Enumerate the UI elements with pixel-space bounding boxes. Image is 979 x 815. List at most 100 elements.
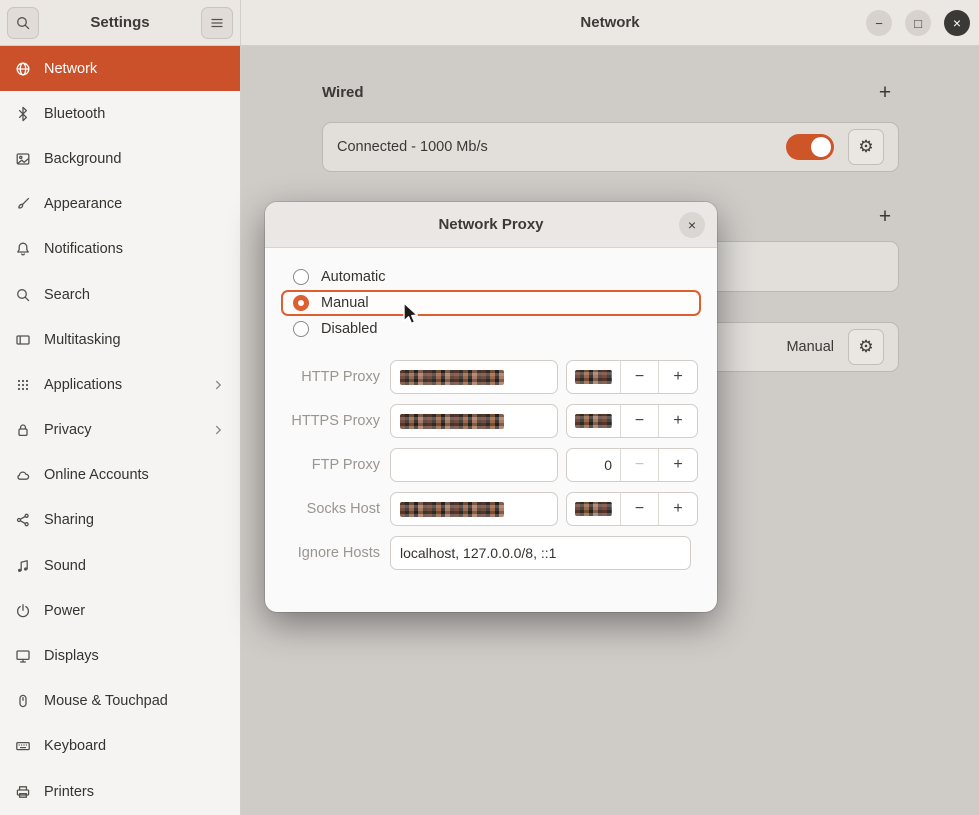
share-nodes-icon (15, 512, 31, 528)
radio-label: Disabled (321, 321, 377, 337)
app-grid-icon (15, 377, 31, 393)
http-proxy-row: HTTP Proxy − + (281, 360, 701, 394)
wired-toggle-switch[interactable] (786, 134, 834, 160)
radio-selected-icon (293, 295, 309, 311)
increment-button[interactable]: + (659, 361, 697, 393)
redacted-host-value (400, 370, 504, 385)
https-proxy-port-value (567, 405, 621, 437)
sidebar-item-network[interactable]: Network (0, 46, 240, 91)
ftp-proxy-port-spinner[interactable]: 0 − + (566, 448, 698, 482)
sidebar-item-appearance[interactable]: Appearance (0, 182, 240, 227)
sidebar-item-privacy[interactable]: Privacy (0, 408, 240, 453)
decrement-button[interactable]: − (621, 493, 659, 525)
increment-button[interactable]: + (659, 449, 697, 481)
socks-port-spinner[interactable]: − + (566, 492, 698, 526)
sidebar-item-displays[interactable]: Displays (0, 633, 240, 678)
radio-option-automatic[interactable]: Automatic (281, 264, 701, 290)
sidebar-item-label: Background (44, 151, 121, 167)
http-proxy-host-input[interactable] (390, 360, 558, 394)
magnifier-icon (15, 287, 31, 303)
sidebar-item-label: Keyboard (44, 738, 106, 754)
redacted-port-value (575, 502, 612, 516)
decrement-button[interactable]: − (621, 361, 659, 393)
wired-settings-button[interactable]: ⚙ (848, 129, 884, 165)
close-icon: × (688, 217, 696, 233)
decrement-button[interactable]: − (621, 405, 659, 437)
sidebar-item-search[interactable]: Search (0, 272, 240, 317)
ignore-hosts-row: Ignore Hosts localhost, 127.0.0.0/8, ::1 (281, 536, 701, 570)
redacted-host-value (400, 414, 504, 429)
page-title: Network (580, 14, 639, 31)
maximize-button[interactable]: □ (905, 10, 931, 36)
http-proxy-label: HTTP Proxy (281, 369, 380, 385)
bluetooth-icon (15, 106, 31, 122)
ignore-hosts-value: localhost, 127.0.0.0/8, ::1 (400, 545, 556, 561)
sidebar-item-printers[interactable]: Printers (0, 769, 240, 814)
increment-button[interactable]: + (659, 405, 697, 437)
chevron-right-icon (211, 378, 225, 392)
redacted-port-value (575, 370, 612, 384)
sidebar-item-sound[interactable]: Sound (0, 543, 240, 588)
increment-button[interactable]: + (659, 493, 697, 525)
ignore-hosts-input[interactable]: localhost, 127.0.0.0/8, ::1 (390, 536, 691, 570)
socks-port-value (567, 493, 621, 525)
sidebar-item-label: Sound (44, 558, 86, 574)
proxy-settings-button[interactable]: ⚙ (848, 329, 884, 365)
network-proxy-dialog: Network Proxy × Automatic Manual Disable… (265, 202, 717, 612)
appearance-brush-icon (15, 196, 31, 212)
sidebar-item-notifications[interactable]: Notifications (0, 227, 240, 272)
sidebar-item-mouse-touchpad[interactable]: Mouse & Touchpad (0, 679, 240, 724)
bell-icon (15, 241, 31, 257)
sidebar-item-background[interactable]: Background (0, 136, 240, 181)
radio-icon (293, 269, 309, 285)
sidebar-item-label: Displays (44, 648, 99, 664)
sidebar-item-label: Multitasking (44, 332, 121, 348)
lock-icon (15, 422, 31, 438)
sidebar-item-multitasking[interactable]: Multitasking (0, 317, 240, 362)
minimize-icon: − (875, 16, 883, 31)
wired-status-label: Connected - 1000 Mb/s (337, 139, 786, 155)
gear-icon: ⚙ (858, 337, 873, 357)
https-proxy-row: HTTPS Proxy − + (281, 404, 701, 438)
wired-section-header: Wired + (322, 82, 899, 103)
sidebar-item-power[interactable]: Power (0, 588, 240, 633)
decrement-button[interactable]: − (621, 449, 659, 481)
toggle-knob (811, 137, 831, 157)
search-icon (15, 15, 31, 31)
dialog-close-button[interactable]: × (679, 212, 705, 238)
radio-option-manual[interactable]: Manual (281, 290, 701, 316)
keyboard-icon (15, 738, 31, 754)
search-button[interactable] (7, 7, 39, 39)
radio-option-disabled[interactable]: Disabled (281, 316, 701, 342)
sidebar-item-keyboard[interactable]: Keyboard (0, 724, 240, 769)
https-proxy-host-input[interactable] (390, 404, 558, 438)
close-icon: × (953, 15, 961, 31)
sidebar-item-label: Power (44, 603, 85, 619)
radio-label: Automatic (321, 269, 385, 285)
http-proxy-port-spinner[interactable]: − + (566, 360, 698, 394)
sidebar-item-applications[interactable]: Applications (0, 362, 240, 407)
https-proxy-port-spinner[interactable]: − + (566, 404, 698, 438)
maximize-icon: □ (914, 16, 922, 31)
socks-host-input[interactable] (390, 492, 558, 526)
sidebar-item-label: Search (44, 287, 90, 303)
minimize-button[interactable]: − (866, 10, 892, 36)
chevron-right-icon (211, 423, 225, 437)
primary-menu-button[interactable] (201, 7, 233, 39)
ftp-proxy-host-input[interactable] (390, 448, 558, 482)
sidebar-item-label: Appearance (44, 196, 122, 212)
close-button[interactable]: × (944, 10, 970, 36)
main-headerbar: Network − □ × (241, 0, 979, 46)
add-wired-connection-button[interactable]: + (871, 82, 899, 103)
cloud-icon (15, 467, 31, 483)
sidebar-item-sharing[interactable]: Sharing (0, 498, 240, 543)
proxy-mode-value: Manual (786, 339, 834, 355)
sidebar-item-online-accounts[interactable]: Online Accounts (0, 453, 240, 498)
add-vpn-button[interactable]: + (871, 206, 899, 227)
wired-section-title: Wired (322, 84, 364, 101)
music-note-icon (15, 558, 31, 574)
sidebar-item-bluetooth[interactable]: Bluetooth (0, 91, 240, 136)
hamburger-menu-icon (209, 15, 225, 31)
http-proxy-port-value (567, 361, 621, 393)
sidebar-item-label: Printers (44, 784, 94, 800)
